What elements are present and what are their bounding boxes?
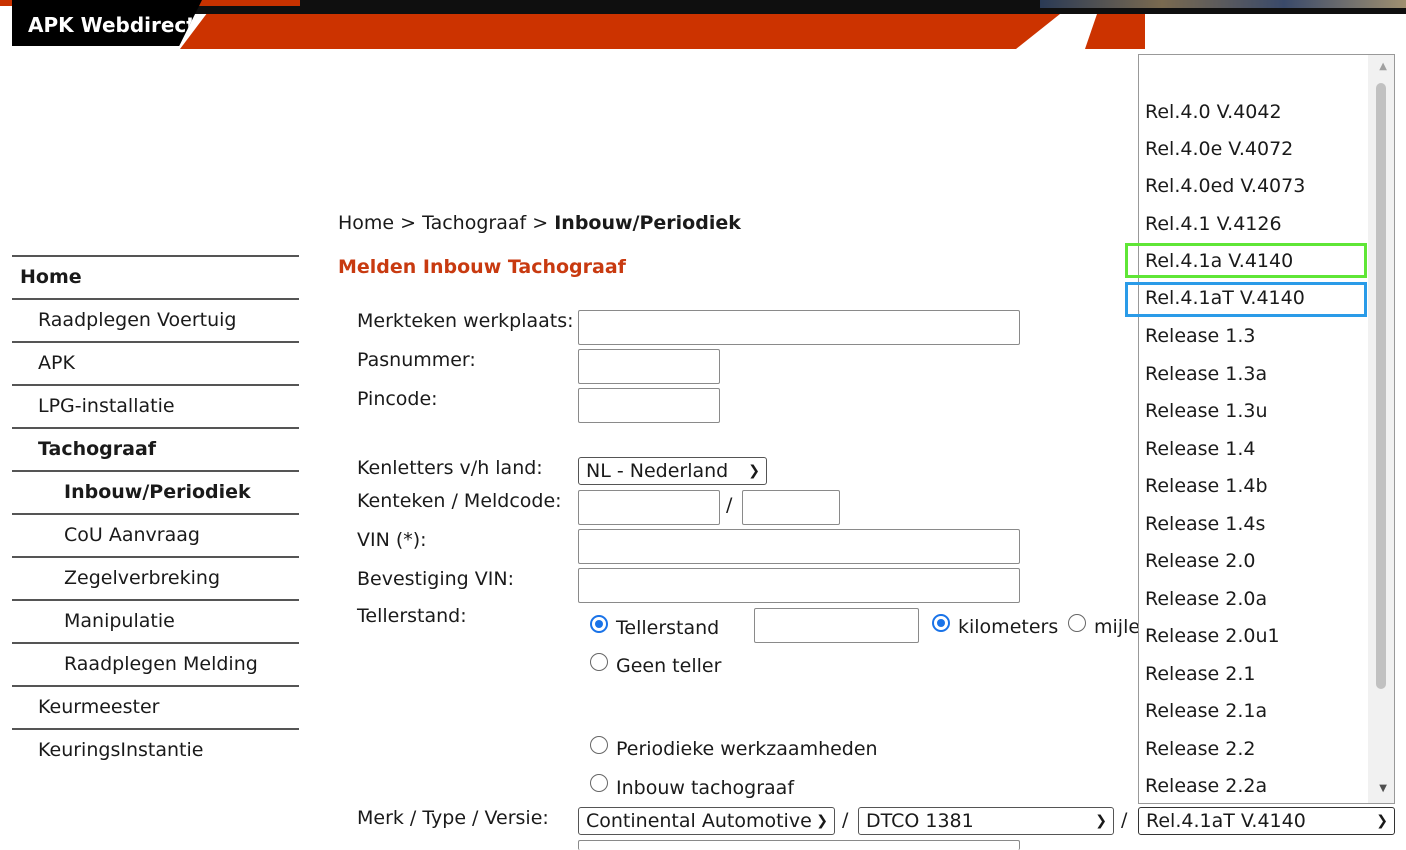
breadcrumb-home[interactable]: Home bbox=[338, 212, 394, 234]
pasnummer-input[interactable] bbox=[578, 349, 720, 384]
vin-input[interactable] bbox=[578, 529, 1020, 564]
tellerstand-input[interactable] bbox=[754, 608, 919, 643]
breadcrumb-separator: > bbox=[400, 212, 417, 234]
dropdown-scrollbar-thumb[interactable] bbox=[1376, 83, 1386, 689]
dropdown-option[interactable]: Release 2.2 bbox=[1145, 734, 1256, 765]
vin-label: VIN (*): bbox=[357, 529, 427, 551]
periodieke-radio[interactable] bbox=[590, 736, 608, 754]
kilometers-radio-label: kilometers bbox=[958, 616, 1059, 638]
dropdown-option[interactable]: Release 2.1a bbox=[1145, 696, 1267, 727]
dropdown-option[interactable]: Release 2.0 bbox=[1145, 546, 1256, 577]
tellerstand-label: Tellerstand: bbox=[357, 605, 467, 627]
mijlen-radio-label: mijle bbox=[1094, 616, 1141, 638]
geen-teller-radio[interactable] bbox=[590, 653, 608, 671]
sidebar-item-apk[interactable]: APK bbox=[12, 343, 299, 386]
sidebar-item-cou-aanvraag[interactable]: CoU Aanvraag bbox=[12, 515, 299, 558]
breadcrumb-tachograaf[interactable]: Tachograaf bbox=[422, 212, 526, 234]
chevron-down-icon: ❯ bbox=[748, 463, 760, 479]
sidebar-item-lpg-installatie[interactable]: LPG-installatie bbox=[12, 386, 299, 429]
pincode-label: Pincode: bbox=[357, 388, 438, 410]
sidebar-item-keurmeester[interactable]: Keurmeester bbox=[12, 687, 299, 730]
highlight-box-blue bbox=[1125, 282, 1367, 317]
versie-dropdown-list[interactable]: ▲ ▼ Rel.4.0 V.4042 Rel.4.0e V.4072 Rel.4… bbox=[1138, 54, 1395, 804]
next-field-input[interactable] bbox=[578, 840, 1020, 850]
dropdown-option[interactable]: Release 1.3u bbox=[1145, 396, 1268, 427]
inbouw-radio-label: Inbouw tachograaf bbox=[616, 777, 795, 799]
dropdown-option[interactable]: Release 2.0u1 bbox=[1145, 621, 1280, 652]
sidebar-item-tachograaf[interactable]: Tachograaf bbox=[12, 429, 299, 472]
bevestiging-vin-input[interactable] bbox=[578, 568, 1020, 603]
kenteken-label: Kenteken / Meldcode: bbox=[357, 490, 562, 512]
dropdown-option[interactable]: Release 2.1 bbox=[1145, 659, 1256, 690]
dropdown-option[interactable]: Release 1.4 bbox=[1145, 434, 1256, 465]
inbouw-radio[interactable] bbox=[590, 774, 608, 792]
sidebar-item-zegelverbreking[interactable]: Zegelverbreking bbox=[12, 558, 299, 601]
kenletters-select-value: NL - Nederland bbox=[586, 460, 729, 482]
merkteken-input[interactable] bbox=[578, 310, 1020, 345]
dropdown-option[interactable]: Rel.4.0e V.4072 bbox=[1145, 134, 1293, 165]
header-banner-image bbox=[1040, 0, 1406, 8]
merkteken-label: Merkteken werkplaats: bbox=[357, 310, 574, 332]
periodieke-radio-label: Periodieke werkzaamheden bbox=[616, 738, 878, 760]
bevestiging-vin-label: Bevestiging VIN: bbox=[357, 568, 514, 590]
sidebar-item-keuringsinstantie[interactable]: KeuringsInstantie bbox=[12, 730, 299, 771]
chevron-down-icon: ❯ bbox=[812, 808, 828, 834]
kenletters-select[interactable]: NL - Nederland ❯ bbox=[578, 457, 767, 485]
highlight-box-green bbox=[1125, 243, 1367, 278]
dropdown-scrollbar[interactable]: ▲ ▼ bbox=[1368, 55, 1394, 803]
kilometers-radio[interactable] bbox=[932, 614, 950, 632]
geen-teller-radio-label: Geen teller bbox=[616, 655, 722, 677]
kenletters-label: Kenletters v/h land: bbox=[357, 457, 543, 479]
kenteken-slash: / bbox=[726, 494, 733, 516]
chevron-down-icon: ❯ bbox=[1376, 813, 1388, 829]
kenteken-input[interactable] bbox=[578, 490, 720, 525]
breadcrumb-current: Inbouw/Periodiek bbox=[554, 212, 741, 234]
sidebar-item-home[interactable]: Home bbox=[12, 257, 299, 300]
sidebar-item-raadplegen-voertuig[interactable]: Raadplegen Voertuig bbox=[12, 300, 299, 343]
sidebar-item-raadplegen-melding[interactable]: Raadplegen Melding bbox=[12, 644, 299, 687]
versie-select[interactable]: Rel.4.1aT V.4140 ❯ bbox=[1138, 807, 1395, 835]
dropdown-option[interactable]: Release 1.3 bbox=[1145, 321, 1256, 352]
sidebar-nav: Home Raadplegen Voertuig APK LPG-install… bbox=[12, 255, 299, 771]
header-red-band bbox=[180, 14, 1060, 49]
tellerstand-radio[interactable] bbox=[590, 615, 608, 633]
dropdown-option[interactable]: Release 2.0a bbox=[1145, 584, 1267, 615]
mijlen-radio[interactable] bbox=[1068, 614, 1086, 632]
dropdown-option[interactable]: Release 1.4s bbox=[1145, 509, 1265, 540]
merk-type-slash: / bbox=[842, 809, 849, 831]
sidebar-item-inbouw-periodiek[interactable]: Inbouw/Periodiek bbox=[12, 472, 299, 515]
tellerstand-radio-label: Tellerstand bbox=[616, 617, 720, 639]
versie-select-value: Rel.4.1aT V.4140 bbox=[1146, 810, 1306, 832]
breadcrumb: Home > Tachograaf > Inbouw/Periodiek bbox=[338, 212, 741, 234]
dropdown-option[interactable]: Rel.4.0 V.4042 bbox=[1145, 97, 1282, 128]
scroll-up-arrow-icon[interactable]: ▲ bbox=[1379, 61, 1387, 72]
dropdown-option[interactable]: Release 2.2a bbox=[1145, 771, 1267, 802]
pasnummer-label: Pasnummer: bbox=[357, 349, 476, 371]
merk-select-value: Continental Automotive bbox=[586, 810, 812, 832]
chevron-down-icon: ❯ bbox=[1095, 813, 1107, 829]
app-title: APK Webdirect bbox=[12, 0, 202, 46]
breadcrumb-separator: > bbox=[532, 212, 549, 234]
scroll-down-arrow-icon[interactable]: ▼ bbox=[1379, 783, 1387, 794]
dropdown-option[interactable]: Release 1.3a bbox=[1145, 359, 1267, 390]
dropdown-option[interactable]: Release 1.4b bbox=[1145, 471, 1268, 502]
type-versie-slash: / bbox=[1121, 809, 1128, 831]
merk-select[interactable]: Continental Automotive ❯ bbox=[578, 807, 835, 835]
merk-type-versie-label: Merk / Type / Versie: bbox=[357, 807, 549, 829]
pincode-input[interactable] bbox=[578, 388, 720, 423]
header-red-band-2 bbox=[1085, 14, 1145, 49]
page-title: Melden Inbouw Tachograaf bbox=[338, 256, 626, 278]
type-select-value: DTCO 1381 bbox=[866, 810, 974, 832]
dropdown-option[interactable]: Rel.4.1 V.4126 bbox=[1145, 209, 1282, 240]
meldcode-input[interactable] bbox=[742, 490, 840, 525]
type-select[interactable]: DTCO 1381 ❯ bbox=[858, 807, 1114, 835]
sidebar-item-manipulatie[interactable]: Manipulatie bbox=[12, 601, 299, 644]
dropdown-option[interactable]: Rel.4.0ed V.4073 bbox=[1145, 171, 1305, 202]
